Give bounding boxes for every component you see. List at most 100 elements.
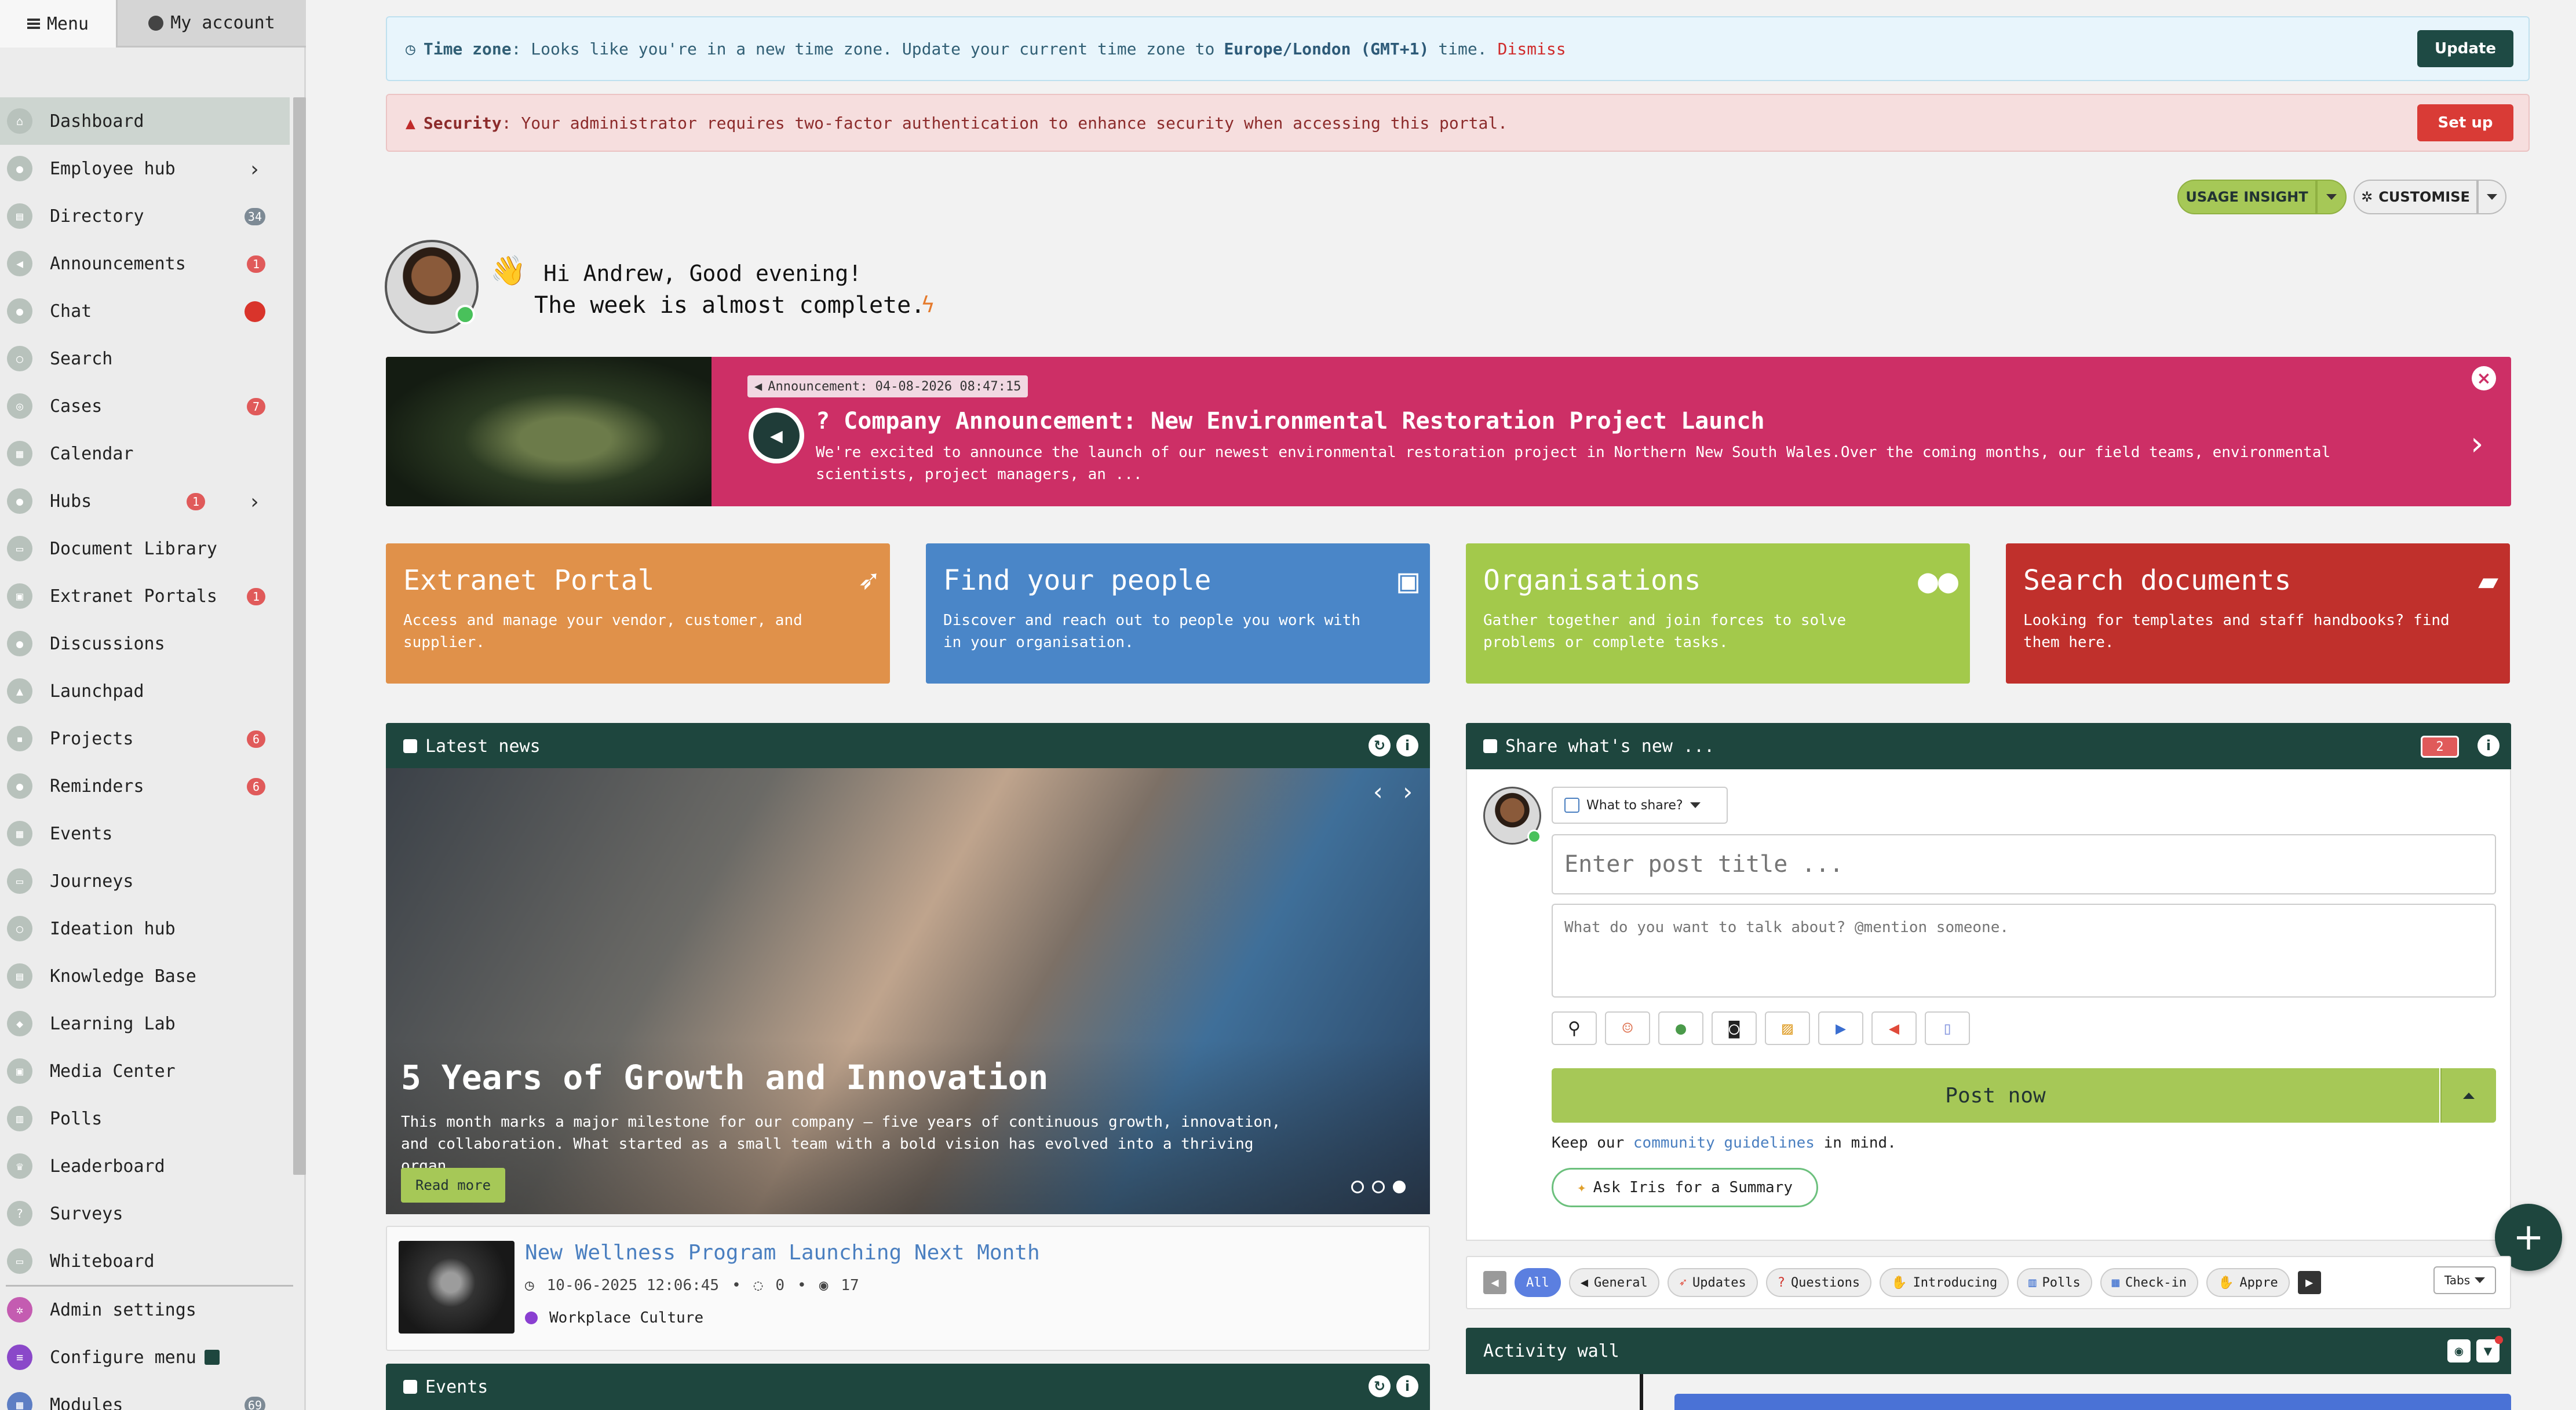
post-body-input[interactable]: [1552, 904, 2496, 998]
carousel-slide-title[interactable]: 5 Years of Growth and Innovation: [401, 1058, 1048, 1097]
carousel-arrows[interactable]: ‹ ›: [1371, 777, 1415, 806]
close-icon[interactable]: ×: [2472, 366, 2496, 390]
sidebar-item-leaderboard[interactable]: ♛ Leaderboard: [0, 1142, 290, 1190]
chevron-right-icon[interactable]: ›: [2471, 425, 2483, 463]
sidebar-scrollbar[interactable]: [293, 97, 306, 1175]
filter-chip-polls[interactable]: ▥ Polls: [2017, 1268, 2092, 1297]
scroll-left-icon[interactable]: ◀: [1483, 1271, 1506, 1294]
sidebar-item-discussions[interactable]: ● Discussions: [0, 620, 290, 667]
filter-chip-appreciation[interactable]: ✋ Appre: [2206, 1268, 2290, 1297]
sidebar-item-calendar[interactable]: ▦ Calendar: [0, 430, 290, 477]
sidebar-item-document-library[interactable]: ▭ Document Library: [0, 525, 290, 572]
sidebar-item-employee-hub[interactable]: ● Employee hub ›: [0, 145, 290, 192]
cube-icon: [1483, 739, 1497, 753]
image-icon[interactable]: ▨: [1765, 1011, 1810, 1045]
filter-icon[interactable]: ▼: [2476, 1336, 2503, 1362]
book-icon[interactable]: ▯: [1925, 1011, 1970, 1045]
sidebar-item-label: Employee hub: [50, 158, 176, 179]
sidebar-item-whiteboard[interactable]: ▭ Whiteboard: [0, 1237, 290, 1285]
share-count-badge[interactable]: 2: [2421, 736, 2459, 758]
sidebar-item-reminders[interactable]: ● Reminders 6: [0, 762, 290, 810]
customise-dropdown[interactable]: [2478, 180, 2506, 214]
tile-find-your-people[interactable]: Find your people Discover and reach out …: [926, 543, 1430, 684]
carousel-dot[interactable]: [1372, 1181, 1385, 1193]
info-icon[interactable]: i: [1396, 735, 1418, 757]
news-list-item[interactable]: New Wellness Program Launching Next Mont…: [386, 1226, 1430, 1351]
carousel-dot[interactable]: [1351, 1181, 1364, 1193]
tab-my-account[interactable]: My account: [116, 0, 306, 48]
sidebar-item-extranet-portals[interactable]: ▣ Extranet Portals 1: [0, 572, 290, 620]
filter-chip-check-in[interactable]: ▦ Check-in: [2100, 1268, 2198, 1297]
sidebar-item-dashboard[interactable]: ⌂ Dashboard: [0, 97, 290, 145]
sidebar-item-knowledge-base[interactable]: ▤ Knowledge Base: [0, 952, 290, 1000]
scroll-right-icon[interactable]: ▶: [2297, 1271, 2321, 1294]
sidebar-item-surveys[interactable]: ? Surveys: [0, 1190, 290, 1237]
chevron-right-icon[interactable]: ›: [248, 158, 261, 181]
sidebar-item-launchpad[interactable]: ▲ Launchpad: [0, 667, 290, 715]
camera-icon[interactable]: ◙: [1712, 1011, 1757, 1045]
filter-chip-introducing[interactable]: ✋ Introducing: [1880, 1268, 2009, 1297]
sidebar-item-announcements[interactable]: ◀ Announcements 1: [0, 240, 290, 287]
sidebar-item-events[interactable]: ▦ Events: [0, 810, 290, 857]
post-title-input[interactable]: [1552, 834, 2496, 894]
news-carousel[interactable]: ‹ › 5 Years of Growth and Innovation Thi…: [386, 768, 1430, 1214]
filter-chip-questions[interactable]: ? Questions: [1765, 1268, 1872, 1297]
update-timezone-button[interactable]: Update: [2417, 30, 2513, 67]
community-guidelines-link[interactable]: community guidelines: [1633, 1134, 1815, 1152]
chevron-right-icon[interactable]: ›: [248, 490, 261, 514]
filter-chip-updates[interactable]: ➶ Updates: [1667, 1268, 1758, 1297]
carousel-dot-active[interactable]: [1393, 1181, 1406, 1193]
sidebar-item-directory[interactable]: ▤ Directory 34: [0, 192, 290, 240]
emoji-icon[interactable]: ☺: [1605, 1011, 1650, 1045]
sidebar-item-hubs[interactable]: ● Hubs 1 ›: [0, 477, 290, 525]
tile-search-documents[interactable]: Search documents Looking for templates a…: [2006, 543, 2510, 684]
sidebar-item-admin-settings[interactable]: ✲ Admin settings: [0, 1286, 290, 1334]
latest-news-title: Latest news: [425, 736, 541, 757]
customise-button[interactable]: ✲ CUSTOMISE: [2354, 180, 2478, 214]
what-to-share-dropdown[interactable]: What to share?: [1552, 787, 1728, 824]
gif-frog-icon[interactable]: ●: [1658, 1011, 1703, 1045]
activity-post-card[interactable]: [1674, 1394, 2511, 1410]
refresh-icon[interactable]: ↻: [1369, 1375, 1391, 1397]
usage-insight-dropdown[interactable]: [2316, 180, 2347, 214]
sidebar-item-modules[interactable]: ▦ Modules 69: [0, 1381, 290, 1410]
sidebar-item-chat[interactable]: ● Chat: [0, 287, 290, 335]
setup-2fa-button[interactable]: Set up: [2417, 104, 2513, 141]
sidebar-item-ideation-hub[interactable]: ○ Ideation hub: [0, 905, 290, 952]
info-icon[interactable]: i: [2478, 735, 2500, 757]
usage-insight-button[interactable]: USAGE INSIGHT: [2177, 180, 2316, 214]
megaphone-icon[interactable]: ◀: [1871, 1011, 1917, 1045]
sidebar-item-polls[interactable]: ▥ Polls: [0, 1095, 290, 1142]
tabs-dropdown[interactable]: Tabs: [2433, 1266, 2496, 1294]
trophy-icon: ♛: [7, 1153, 32, 1179]
cubes-icon: ▦: [7, 1392, 32, 1410]
sidebar-item-search[interactable]: ○ Search: [0, 335, 290, 382]
sidebar-item-projects[interactable]: ▪ Projects 6: [0, 715, 290, 762]
sidebar-item-cases[interactable]: ◎ Cases 7: [0, 382, 290, 430]
attachment-icon[interactable]: ⚲: [1552, 1011, 1597, 1045]
sidebar-item-configure-menu[interactable]: ≡ Configure menu: [0, 1334, 290, 1381]
tab-menu[interactable]: Menu: [0, 0, 116, 48]
news-item-title[interactable]: New Wellness Program Launching Next Mont…: [525, 1241, 1040, 1265]
filter-chip-all[interactable]: All: [1515, 1268, 1561, 1297]
sidebar-item-media-center[interactable]: ▣ Media Center: [0, 1047, 290, 1095]
ask-iris-button[interactable]: ✦ Ask Iris for a Summary: [1552, 1168, 1818, 1207]
eye-icon[interactable]: ◉: [2447, 1339, 2471, 1362]
filter-chip-general[interactable]: ◀ General: [1568, 1268, 1659, 1297]
announcement-title[interactable]: ? Company Announcement: New Environmenta…: [816, 408, 1765, 434]
announcement-banner[interactable]: ◀ Announcement: 04-08-2026 08:47:15 ◀ ? …: [386, 357, 2511, 506]
sidebar-item-label: Chat: [50, 301, 92, 322]
read-more-button[interactable]: Read more: [401, 1168, 505, 1203]
sidebar-item-journeys[interactable]: ▭ Journeys: [0, 857, 290, 905]
info-icon[interactable]: i: [1396, 1375, 1418, 1397]
post-now-button[interactable]: Post now: [1552, 1068, 2439, 1123]
tile-organisations[interactable]: Organisations Gather together and join f…: [1466, 543, 1970, 684]
post-options-dropdown[interactable]: [2440, 1068, 2496, 1123]
video-icon[interactable]: ▶: [1818, 1011, 1863, 1045]
tile-extranet-portal[interactable]: Extranet Portal Access and manage your v…: [386, 543, 890, 684]
refresh-icon[interactable]: ↻: [1369, 735, 1391, 757]
dismiss-link[interactable]: Dismiss: [1498, 39, 1566, 59]
edit-icon[interactable]: [204, 1350, 220, 1365]
sidebar-item-learning-lab[interactable]: ◆ Learning Lab: [0, 1000, 290, 1047]
hand-icon: ✋: [1891, 1275, 1907, 1290]
